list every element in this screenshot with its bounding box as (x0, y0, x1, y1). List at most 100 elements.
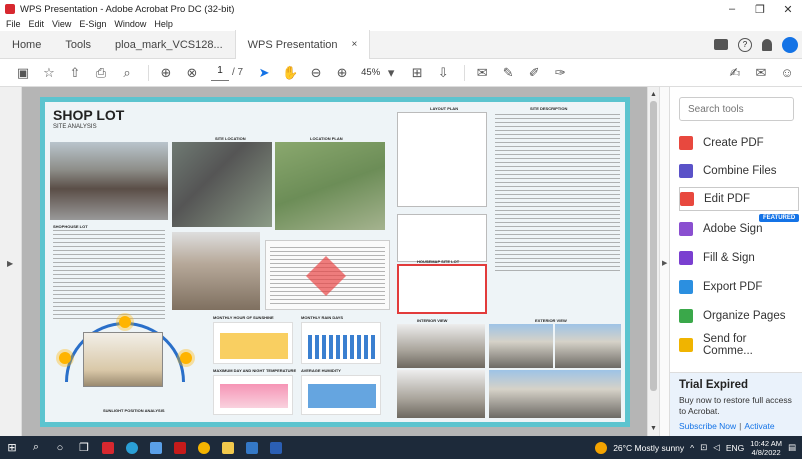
tool-organize-pages[interactable]: Organize Pages (679, 304, 799, 328)
share-user-icon[interactable]: ☺ (776, 62, 798, 84)
tool-create-pdf[interactable]: Create PDF (679, 131, 799, 155)
tab-tools[interactable]: Tools (53, 31, 103, 59)
zoom-in-icon[interactable]: ⊕ (331, 62, 353, 84)
weather-text[interactable]: 26°C Mostly sunny (613, 443, 684, 453)
search-tools-input[interactable] (679, 97, 794, 121)
taskbar-store[interactable] (240, 436, 264, 459)
tab-document-2[interactable]: WPS Presentation × (234, 30, 371, 59)
close-button[interactable]: ✕ (774, 0, 802, 18)
menu-view[interactable]: View (52, 19, 71, 29)
taskbar-edge[interactable] (120, 436, 144, 459)
menu-help[interactable]: Help (154, 19, 173, 29)
taskbar-acrobat[interactable] (96, 436, 120, 459)
toolbar-divider (464, 64, 466, 81)
clock[interactable]: 10:42 AM 4/8/2022 (750, 439, 782, 457)
scroll-down-icon[interactable]: ▼ (650, 425, 657, 432)
menu-esign[interactable]: E-Sign (79, 19, 106, 29)
tool-send-for-comment[interactable]: Send for Comme... (679, 333, 799, 357)
cortana-icon[interactable]: ○ (48, 436, 72, 459)
bookmark-star-icon[interactable]: ☆ (38, 62, 60, 84)
fit-page-icon[interactable]: ⊞ (406, 62, 428, 84)
scroll-up-icon[interactable]: ▲ (650, 91, 657, 98)
tab-document-2-label: WPS Presentation (247, 38, 338, 51)
tray-chevron-icon[interactable]: ^ (690, 443, 694, 453)
fill-sign-icon (679, 251, 693, 265)
network-icon[interactable]: ⊡ (700, 442, 707, 453)
minimize-button[interactable]: – (718, 0, 746, 18)
site-lot-drawing (397, 264, 487, 314)
bell-icon[interactable] (762, 38, 772, 51)
highlight-icon[interactable]: ✐ (523, 62, 545, 84)
label-monthly-sunshine: MONTHLY HOUR OF SUNSHINE (213, 315, 274, 320)
main-toolbar: ▣ ☆ ⇧ ⎙ ⌕ ⊕ ⊗ 1 / 7 ➤ ✋ ⊖ ⊕ 45% ▾ ⊞ ⇩ ✉ … (0, 59, 802, 87)
adobe-sign-icon (679, 222, 693, 236)
label-sunlight-position: SUNLIGHT POSITION ANALYSIS (103, 408, 165, 413)
windows-start-icon[interactable]: ⊞ (0, 436, 24, 459)
tool-combine-files[interactable]: Combine Files (679, 159, 799, 183)
tool-label: Adobe Sign (703, 223, 763, 235)
notification-icon[interactable]: ▤ (788, 442, 796, 453)
chat-icon[interactable] (714, 39, 728, 50)
collapse-tools-rail[interactable]: ▶ (659, 87, 669, 436)
tool-adobe-sign[interactable]: Adobe Sign (679, 217, 799, 241)
taskbar-wps[interactable] (168, 436, 192, 459)
taskbar-explorer[interactable] (216, 436, 240, 459)
rain-chart (301, 322, 381, 364)
interior-photo-small (172, 232, 260, 310)
page-number-input[interactable]: 1 (211, 65, 229, 81)
trial-description: Buy now to restore full access to Acroba… (679, 395, 792, 416)
poster-content: SHOP LOT SITE ANALYSIS SITE LOCATION LOC… (45, 102, 625, 422)
next-page-icon[interactable]: ⊗ (181, 62, 203, 84)
label-temperature: MAXIMUM DAY AND NIGHT TEMPERATURE (213, 368, 297, 373)
sign-icon[interactable]: ✍ (724, 62, 746, 84)
task-view-icon[interactable]: ❐ (72, 436, 96, 459)
tab-home[interactable]: Home (0, 31, 53, 59)
find-icon[interactable]: ⌕ (116, 62, 138, 84)
clock-date: 4/8/2022 (751, 447, 781, 457)
comment-icon[interactable]: ✉ (471, 62, 493, 84)
left-nav-rail[interactable]: ▶ (0, 87, 22, 436)
taskbar-app[interactable] (144, 436, 168, 459)
mail-icon[interactable]: ✉ (750, 62, 772, 84)
menu-file[interactable]: File (6, 19, 21, 29)
avatar[interactable] (782, 36, 798, 53)
previous-page-icon[interactable]: ⊕ (155, 62, 177, 84)
tab-close-icon[interactable]: × (352, 39, 358, 50)
save-icon[interactable]: ▣ (12, 62, 34, 84)
search-icon[interactable]: ⌕ (24, 436, 48, 459)
label-site-description: SITE DESCRIPTION (530, 106, 568, 111)
taskbar-word[interactable] (264, 436, 288, 459)
print-icon[interactable]: ⎙ (90, 62, 112, 84)
activate-link[interactable]: Activate (744, 421, 774, 431)
tool-edit-pdf[interactable]: Edit PDF (679, 187, 799, 211)
hand-tool-icon[interactable]: ✋ (279, 62, 301, 84)
zoom-out-icon[interactable]: ⊖ (305, 62, 327, 84)
subscribe-now-link[interactable]: Subscribe Now (679, 421, 736, 431)
clock-time: 10:42 AM (750, 438, 782, 448)
exterior-photo-2 (555, 324, 621, 368)
language-indicator[interactable]: ENG (726, 443, 744, 453)
volume-icon[interactable]: ◁ (713, 442, 720, 453)
chevron-down-icon[interactable]: ▾ (380, 62, 402, 84)
help-icon[interactable]: ? (738, 37, 752, 52)
vertical-scrollbar[interactable]: ▲ ▼ (647, 87, 659, 436)
tool-fill-sign[interactable]: Fill & Sign (679, 246, 799, 270)
tab-document-1[interactable]: ploa_mark_VCS128... (103, 31, 235, 59)
maximize-button[interactable]: ❐ (746, 0, 774, 18)
select-cursor-icon[interactable]: ➤ (253, 62, 275, 84)
menu-bar: File Edit View E-Sign Window Help (0, 18, 802, 30)
zoom-level-dropdown[interactable]: 45% (361, 67, 380, 78)
layout-plan-drawing (397, 112, 487, 207)
menu-window[interactable]: Window (114, 19, 146, 29)
pen-icon[interactable]: ✎ (497, 62, 519, 84)
scroll-mode-icon[interactable]: ⇩ (432, 62, 454, 84)
menu-edit[interactable]: Edit (29, 19, 45, 29)
taskbar-chrome[interactable] (192, 436, 216, 459)
upload-cloud-icon[interactable]: ⇧ (64, 62, 86, 84)
expand-left-pane-icon[interactable]: ▶ (7, 259, 13, 268)
document-viewport[interactable]: SHOP LOT SITE ANALYSIS SITE LOCATION LOC… (22, 87, 647, 436)
tool-export-pdf[interactable]: Export PDF (679, 275, 799, 299)
scroll-thumb[interactable] (650, 101, 657, 391)
collapse-tools-icon[interactable]: ▶ (662, 259, 667, 267)
stamp-icon[interactable]: ✑ (549, 62, 571, 84)
